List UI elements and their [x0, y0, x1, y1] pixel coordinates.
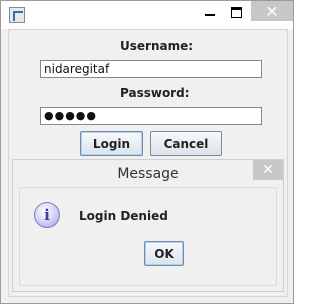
message-dialog: Message ✕ i Login Denied OK	[12, 159, 284, 292]
username-field[interactable]: nidaregitaf	[40, 60, 262, 78]
password-field[interactable]: ●●●●●	[40, 107, 262, 125]
username-label: Username:	[120, 39, 194, 53]
password-label: Password:	[120, 86, 190, 100]
java-app-icon	[9, 7, 25, 23]
close-button[interactable]: ✕	[251, 1, 293, 21]
info-icon: i	[34, 202, 60, 228]
maximize-button[interactable]	[220, 1, 252, 23]
dialog-close-button[interactable]: ✕	[253, 160, 283, 180]
minimize-icon	[205, 14, 215, 16]
title-bar[interactable]: ✕	[1, 1, 293, 29]
ok-button[interactable]: OK	[144, 241, 184, 266]
dialog-message: Login Denied	[79, 209, 168, 223]
app-window: ✕ Username: nidaregitaf Password: ●●●●● …	[0, 0, 294, 304]
close-icon: ✕	[262, 162, 274, 178]
close-icon: ✕	[265, 1, 279, 21]
cancel-button[interactable]: Cancel	[150, 131, 222, 156]
dialog-body: i Login Denied OK	[19, 187, 277, 286]
login-button[interactable]: Login	[80, 131, 143, 156]
maximize-icon	[230, 6, 242, 18]
dialog-title: Message	[117, 166, 179, 182]
